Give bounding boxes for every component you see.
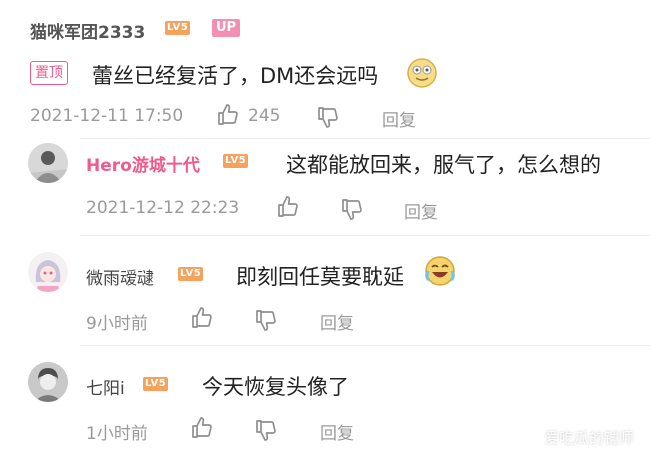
reply-username[interactable]: 微雨叆叇 [86, 264, 154, 289]
reply-username[interactable]: 七阳i [86, 374, 125, 399]
thumb-up-icon[interactable] [216, 103, 240, 127]
reply-button[interactable]: 回复 [404, 198, 438, 223]
main-comment-username[interactable]: 猫咪军团2333 [30, 18, 145, 43]
level-badge: LV5 [178, 267, 204, 281]
main-comment-text: 蕾丝已经复活了，DM还会远吗 [92, 64, 379, 88]
reply-text: 这都能放回来，服气了，怎么想的 [286, 153, 601, 177]
reply-timestamp: 1小时前 [86, 424, 148, 444]
reply-text: 今天恢复头像了 [202, 375, 349, 399]
reply-button[interactable]: 回复 [320, 309, 354, 334]
thumb-down-icon[interactable] [254, 418, 278, 442]
smile-emoji-icon [406, 57, 438, 89]
reply-text: 即刻回任莫要耽延 [236, 265, 404, 289]
avatar[interactable] [28, 143, 68, 183]
reply-username[interactable]: Hero游城十代 [86, 151, 200, 176]
reply-timestamp: 9小时前 [86, 314, 148, 334]
thumb-up-icon[interactable] [190, 416, 214, 440]
thumb-up-icon[interactable] [276, 195, 300, 219]
divider [80, 138, 650, 139]
divider [80, 235, 650, 236]
laugh-tears-emoji-icon [424, 255, 456, 287]
main-comment-timestamp: 2021-12-11 17:50 [30, 106, 184, 126]
thumb-up-icon[interactable] [190, 306, 214, 330]
watermark: 爱吃瓜的铠师 [544, 429, 635, 447]
up-badge: UP [212, 19, 241, 37]
divider [80, 345, 650, 346]
avatar[interactable] [28, 362, 68, 402]
level-badge: LV5 [143, 377, 169, 391]
thumb-down-icon[interactable] [340, 197, 364, 221]
level-badge: LV5 [165, 21, 191, 35]
pinned-badge: 置顶 [30, 61, 68, 85]
reply-button[interactable]: 回复 [382, 106, 416, 131]
thumb-down-icon[interactable] [254, 308, 278, 332]
reply-timestamp: 2021-12-12 22:23 [86, 198, 240, 218]
avatar[interactable] [28, 252, 68, 292]
reply-button[interactable]: 回复 [320, 419, 354, 444]
level-badge: LV5 [223, 154, 249, 168]
thumb-down-icon[interactable] [316, 105, 340, 129]
like-count: 245 [248, 106, 281, 126]
